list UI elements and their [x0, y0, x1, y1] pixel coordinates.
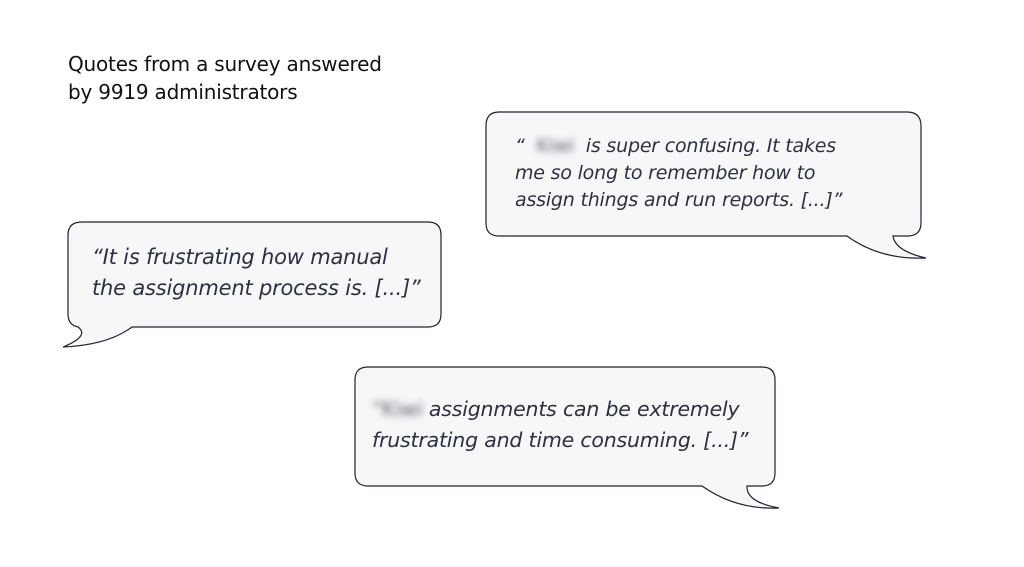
quote-text-3: “Kiwi assignments can be extremely frust… — [372, 394, 748, 456]
intro-line-2: by 9919 administrators — [68, 80, 298, 104]
quote-line: frustrating and time consuming. [...]” — [372, 428, 749, 452]
quote-text-2: “It is frustrating how manual the assign… — [92, 242, 421, 304]
redacted-product-name: Kiwi — [536, 135, 575, 157]
quote-line: the assignment process is. [...]” — [92, 276, 421, 300]
redacted-product-name: “Kiwi — [372, 397, 423, 421]
quote-line: assign things and run reports. [...]” — [515, 189, 843, 211]
intro-line-1: Quotes from a survey answered — [68, 52, 382, 76]
quote-bubble-2: “It is frustrating how manual the assign… — [62, 221, 444, 351]
survey-intro: Quotes from a survey answered by 9919 ad… — [68, 50, 428, 106]
quote-text-1: “ Kiwi is super confusing. It takes me s… — [515, 133, 842, 214]
quote-line-text: is super confusing. It takes — [585, 135, 836, 157]
open-quote: “ — [515, 135, 525, 157]
quote-line: “Kiwi assignments can be extremely — [372, 394, 748, 425]
quote-line-text: assignments can be extremely — [428, 397, 740, 421]
quote-line: me so long to remember how to — [515, 162, 816, 184]
quote-line: “ Kiwi is super confusing. It takes — [515, 133, 842, 160]
quote-line: “It is frustrating how manual — [92, 245, 388, 269]
quote-bubble-3: “Kiwi assignments can be extremely frust… — [354, 366, 782, 512]
quote-bubble-1: “ Kiwi is super confusing. It takes me s… — [485, 111, 927, 261]
